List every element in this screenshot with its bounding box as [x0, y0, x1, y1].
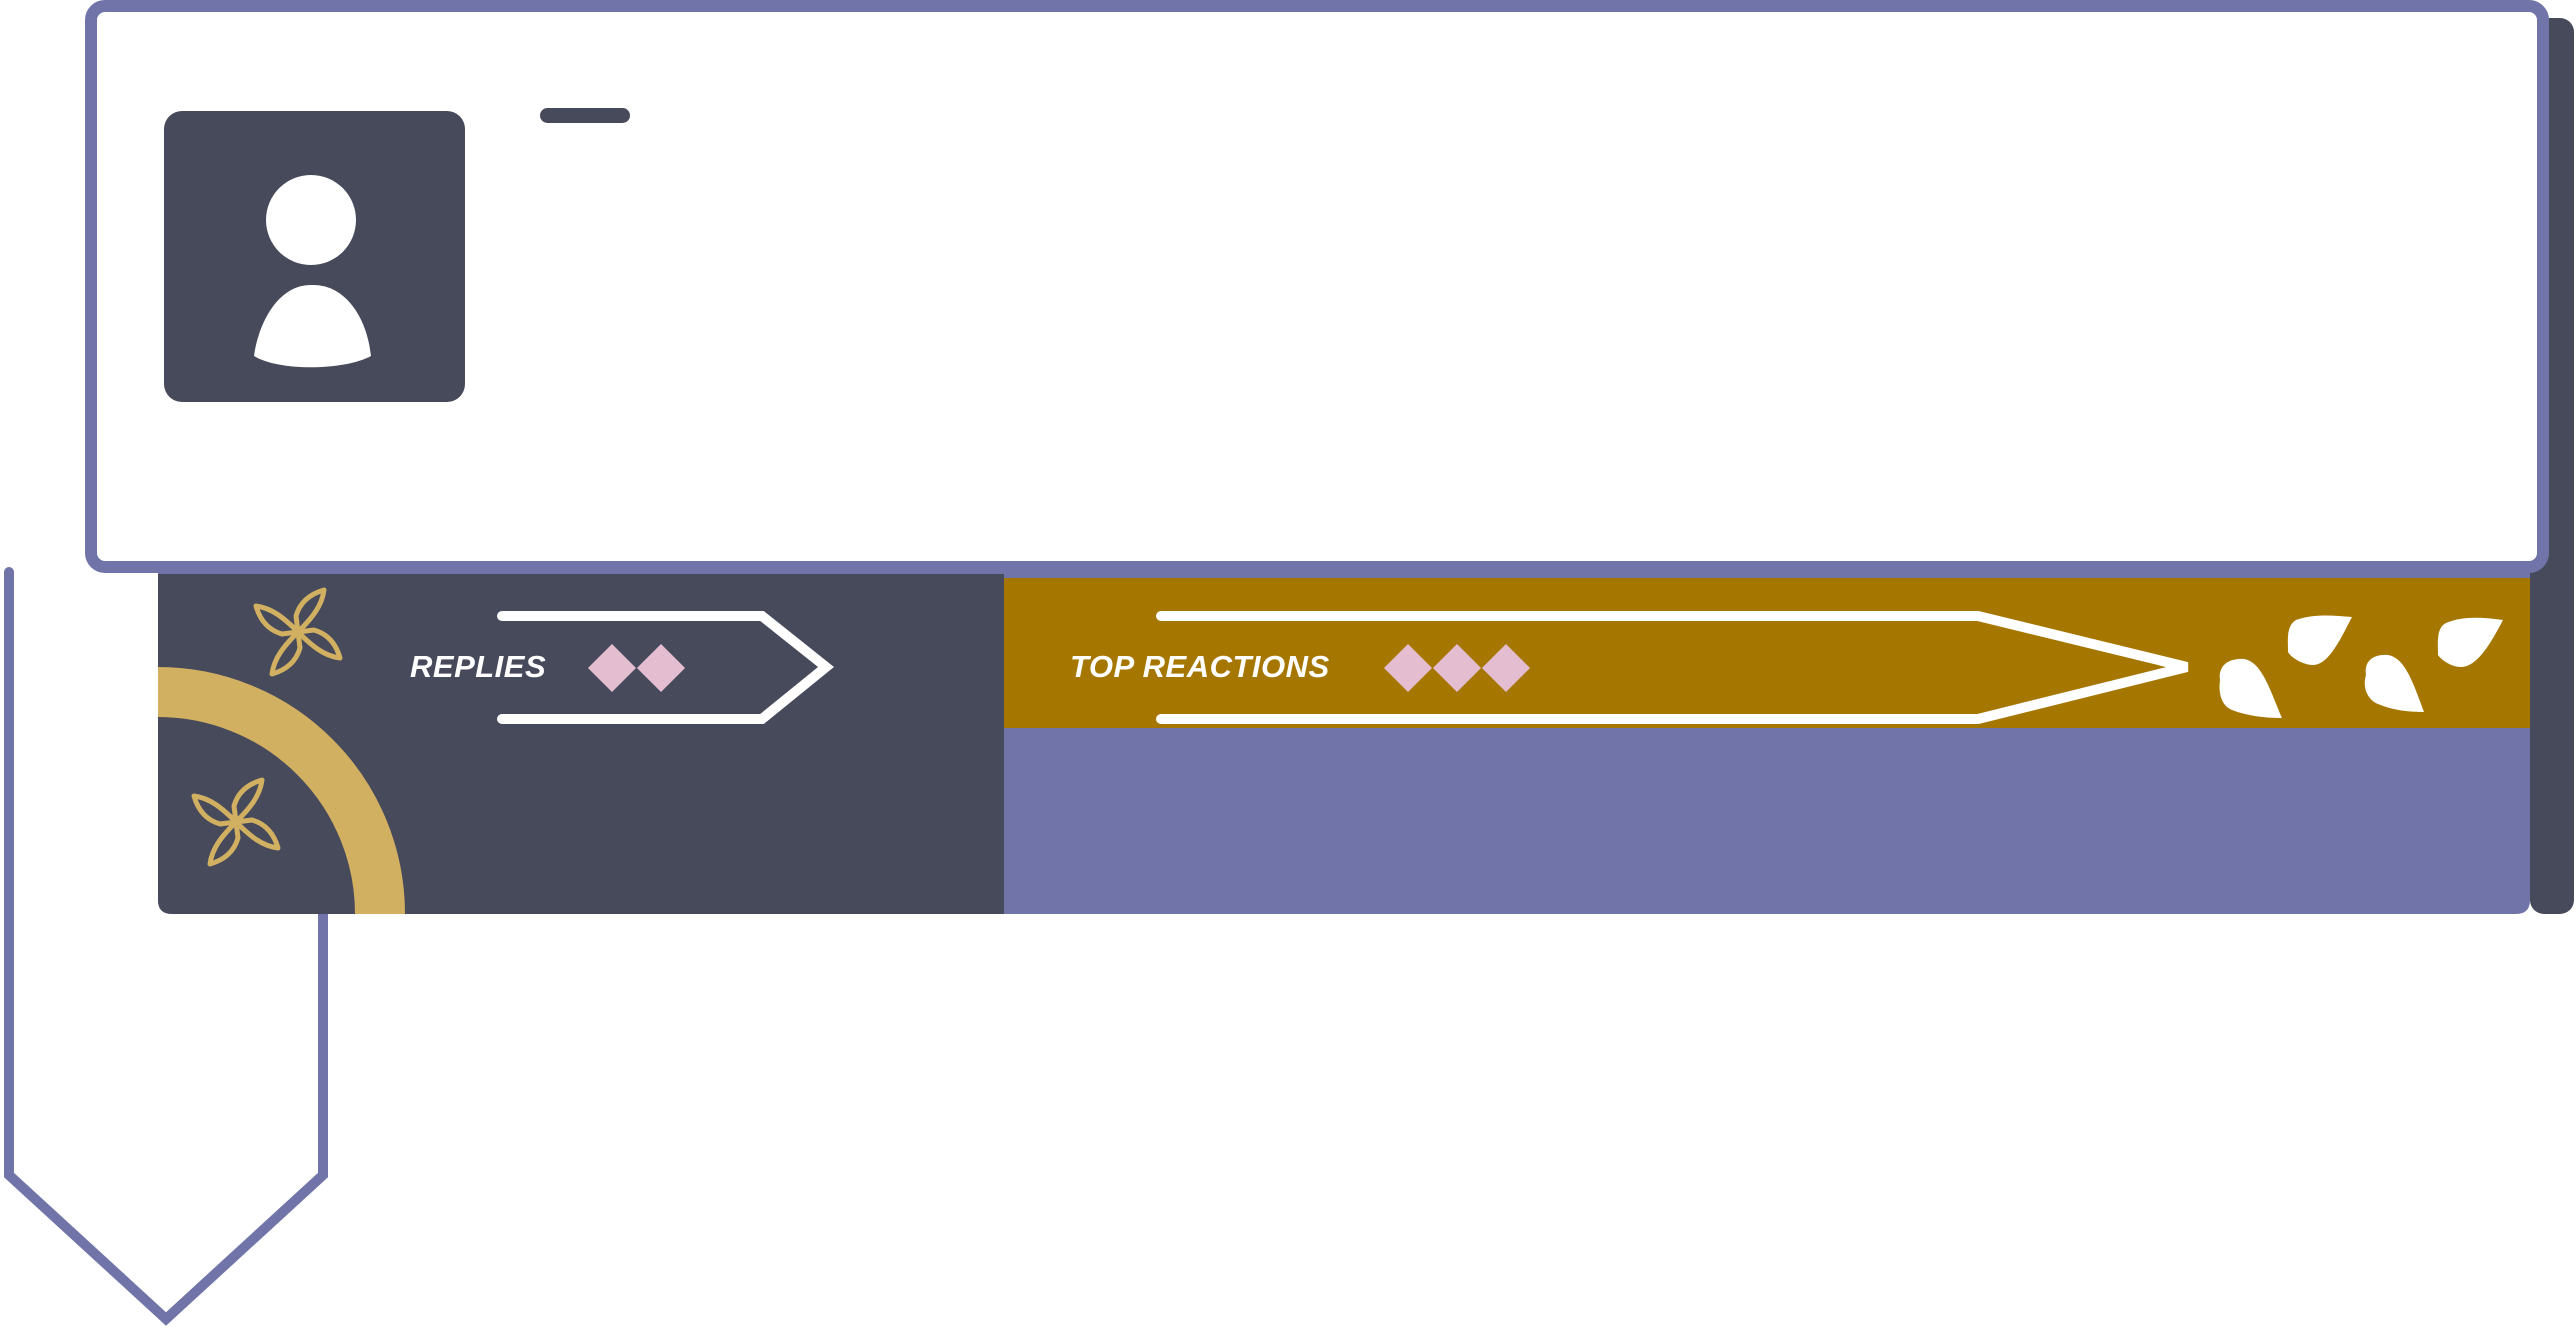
- tab-top-reactions[interactable]: TOP REACTIONS: [1070, 651, 1330, 682]
- avatar[interactable]: [164, 111, 465, 402]
- user-silhouette-icon: [254, 175, 371, 368]
- tab-replies[interactable]: REPLIES: [410, 651, 546, 682]
- title-placeholder-bar: [540, 108, 630, 123]
- diamond-decor: [1383, 643, 1531, 693]
